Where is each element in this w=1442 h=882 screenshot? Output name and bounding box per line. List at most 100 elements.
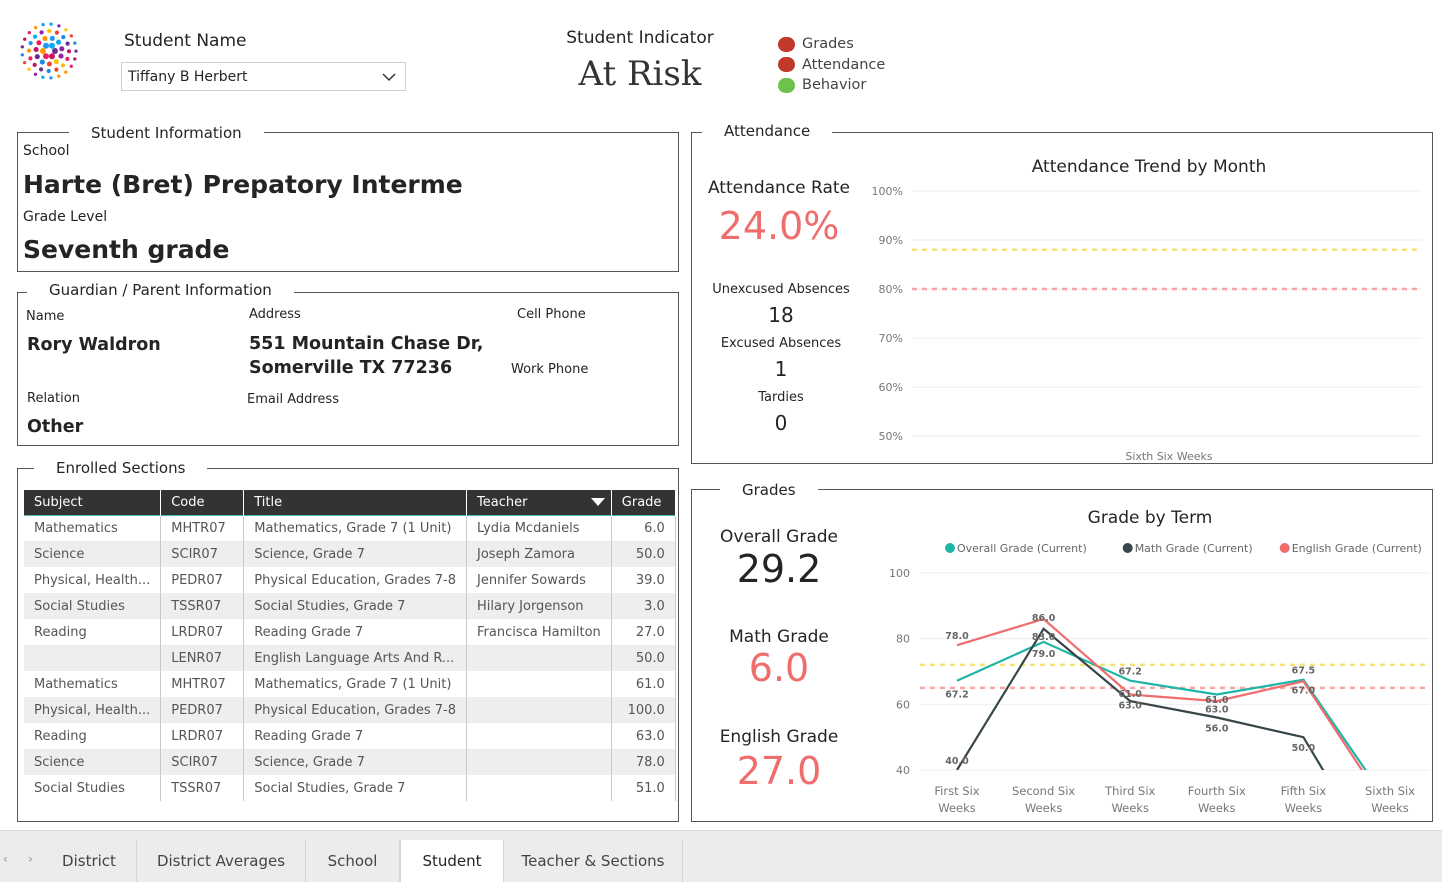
legend-item[interactable]: English Grade (Current) — [1292, 542, 1422, 555]
data-label: 67.2 — [1118, 667, 1141, 678]
legend-marker-icon — [1122, 543, 1133, 553]
tab-scroll-right-icon[interactable]: › — [28, 852, 33, 866]
table-row[interactable]: Reading LRDR07 Reading Grade 7 Francisca Ha… — [24, 619, 676, 645]
logo-dot — [27, 30, 31, 35]
logo-dot — [64, 28, 68, 32]
y-tick-label: 80% — [879, 283, 903, 296]
logo-dot — [64, 70, 68, 74]
y-tick-label: 100% — [872, 185, 903, 198]
tab-teacher-sections[interactable]: Teacher & Sections — [504, 840, 683, 882]
cell-code: TSSR07 — [160, 775, 245, 801]
cell-subject: Social Studies — [24, 775, 162, 801]
logo-dot — [33, 25, 38, 30]
cell-title: Reading Grade 7 — [243, 723, 468, 749]
table-row[interactable]: Social Studies TSSR07 Social Studies, Grad… — [24, 775, 676, 801]
logo-dot — [42, 36, 48, 42]
tab-scroll-left-icon[interactable]: ‹ — [3, 852, 8, 866]
english-grade-label: English Grade — [719, 727, 839, 747]
logo-dot — [36, 40, 42, 46]
legend-item[interactable]: Overall Grade (Current) — [957, 542, 1087, 555]
data-label: 63.0 — [1205, 705, 1229, 716]
y-tick-label: 100 — [889, 567, 910, 580]
cell-subject: Reading — [24, 723, 162, 749]
cell-title: Mathematics, Grade 7 (1 Unit) — [243, 514, 468, 541]
tab-school[interactable]: School — [306, 840, 400, 882]
column-header-subject[interactable]: Subject — [24, 490, 162, 515]
relation-label: Relation — [27, 391, 80, 406]
cell-teacher — [466, 645, 612, 671]
guardian-name-value: Rory Waldron — [27, 335, 161, 355]
cell-title: Physical Education, Grades 7-8 — [243, 697, 468, 723]
guardian-name-label: Name — [26, 309, 65, 324]
data-label: 50.0 — [1292, 743, 1316, 754]
table-row[interactable]: Physical, Health... PEDR07 Physical Educat… — [24, 697, 676, 723]
cell-grade: 50.0 — [611, 645, 676, 671]
table-row[interactable]: Science SCIR07 Science, Grade 7 78.0 — [24, 749, 676, 775]
cell-title: Science, Grade 7 — [243, 749, 468, 775]
logo-dot — [49, 42, 55, 49]
table-row[interactable]: LENR07 English Language Arts And R... 50.0 — [24, 645, 676, 671]
tab-district[interactable]: District — [42, 840, 137, 882]
tab-district-averages[interactable]: District Averages — [137, 840, 306, 882]
cell-teacher: Hilary Jorgenson — [466, 593, 612, 619]
logo-dot — [69, 64, 73, 68]
school-value: Harte (Bret) Prepatory Interme — [23, 170, 463, 199]
attendance-rate-value: 24.0% — [718, 204, 840, 248]
cell-title: Science, Grade 7 — [243, 541, 468, 567]
logo-dot — [52, 48, 58, 54]
cell-subject: Physical, Health... — [24, 567, 162, 593]
logo-dot — [49, 22, 53, 26]
cell-grade: 50.0 — [611, 541, 676, 567]
logo-dot — [58, 53, 64, 59]
student-select[interactable]: Tiffany B Herbert — [121, 62, 406, 91]
table-row[interactable]: Physical, Health... PEDR07 Physical Educat… — [24, 567, 676, 593]
attendance-trend-chart: Attendance Trend by Month 100% 90% 80% 70% 60… — [872, 157, 1422, 463]
table-row[interactable]: Mathematics MHTR07 Mathematics, Grade 7 (1… — [24, 514, 676, 541]
cell-title: Mathematics, Grade 7 (1 Unit) — [243, 671, 468, 697]
data-label: 67.5 — [1292, 666, 1315, 677]
table-row[interactable]: Mathematics MHTR07 Mathematics, Grade 7 (1… — [24, 671, 676, 697]
logo-dot — [46, 68, 51, 74]
logo-dot — [57, 24, 61, 28]
column-header-code[interactable]: Code — [160, 490, 245, 515]
column-header-grade[interactable]: Grade — [611, 490, 676, 515]
cell-title: Reading Grade 7 — [243, 619, 468, 645]
logo-dot — [65, 41, 70, 46]
cell-title: Social Studies, Grade 7 — [243, 593, 468, 619]
legend-marker-icon — [1279, 543, 1290, 553]
cell-code: SCIR07 — [160, 749, 245, 775]
english-grade-value: 27.0 — [736, 749, 822, 793]
logo-dot — [28, 56, 33, 61]
column-header-title[interactable]: Title — [243, 490, 468, 515]
logo-dot — [33, 46, 39, 53]
cell-grade: 78.0 — [611, 749, 676, 775]
cell-title: Social Studies, Grade 7 — [243, 775, 468, 801]
email-label: Email Address — [247, 392, 339, 407]
legend-item-behavior: Behavior — [778, 75, 885, 96]
table-row[interactable]: Reading LRDR07 Reading Grade 7 63.0 — [24, 723, 676, 749]
cell-title: Physical Education, Grades 7-8 — [243, 567, 468, 593]
cell-teacher: Jennifer Sowards — [466, 567, 612, 593]
logo-dot — [54, 67, 59, 72]
chevron-down-icon — [382, 73, 396, 82]
x-tick-label: Sixth Six Weeks — [1125, 450, 1213, 463]
logo-dot — [27, 67, 31, 71]
logo-dot — [49, 35, 55, 41]
legend-item[interactable]: Math Grade (Current) — [1135, 542, 1253, 555]
table-row[interactable]: Science SCIR07 Science, Grade 7 Joseph Zamo… — [24, 541, 676, 567]
grade-by-term-chart: Grade by Term Overall Grade (Current) Math… — [889, 508, 1430, 815]
attendance-title: Attendance — [702, 122, 833, 140]
tab-student[interactable]: Student — [400, 840, 504, 882]
series-line-0[interactable] — [956, 640, 1390, 806]
logo-dot — [22, 60, 27, 65]
data-label: 67.2 — [945, 690, 968, 701]
work-phone-label: Work Phone — [511, 362, 589, 377]
unexcused-absences-label: Unexcused Absences — [712, 282, 850, 297]
logo-dot — [73, 57, 77, 61]
column-header-teacher[interactable]: Teacher — [466, 490, 612, 515]
data-label: 67.0 — [1292, 685, 1316, 696]
logo-dot — [41, 23, 45, 27]
table-row[interactable]: Social Studies TSSR07 Social Studies, Grad… — [24, 593, 676, 619]
logo-dot — [39, 67, 44, 72]
y-tick-label: 70% — [879, 332, 903, 345]
